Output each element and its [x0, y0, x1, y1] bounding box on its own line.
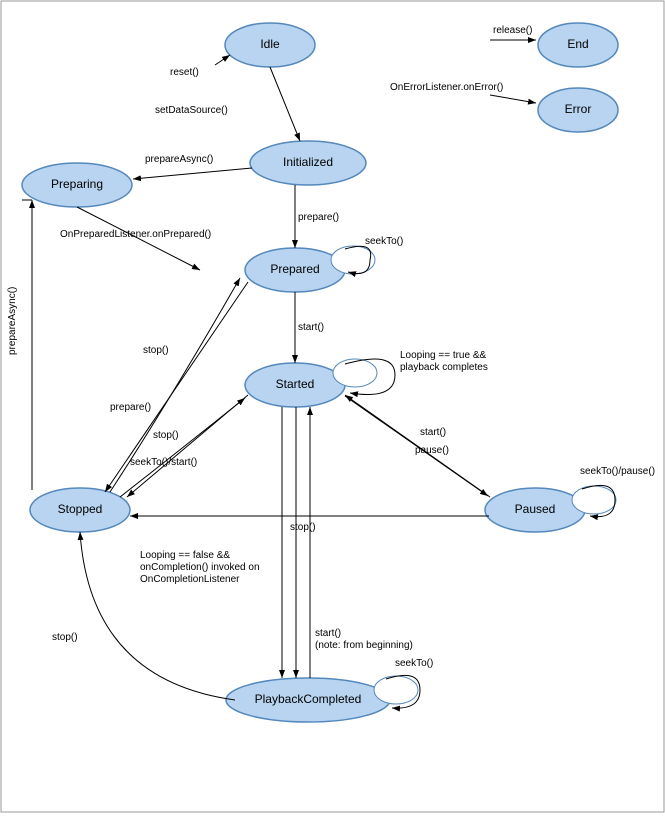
label-looping-false3: OnCompletionListener: [140, 574, 240, 585]
label-seekto-prepared: seekTo(): [365, 236, 403, 247]
label-reset: reset(): [170, 67, 199, 78]
state-paused-label: Paused: [515, 502, 556, 516]
label-looping-true: Looping == true &&: [400, 350, 487, 361]
state-end-label: End: [567, 37, 588, 51]
label-prepare-init: prepare(): [298, 212, 339, 223]
playback-self-loop: [374, 676, 418, 704]
label-start-paused: start(): [420, 427, 446, 438]
label-start-prepared: start(): [298, 322, 324, 333]
label-stop-completed: stop(): [52, 632, 78, 643]
state-preparing-label: Preparing: [51, 177, 103, 191]
label-release: release(): [493, 25, 532, 36]
arrow-onerror: [490, 95, 536, 103]
arrow-prepareasync-init: [133, 168, 252, 179]
arrow-setdatasource: [270, 67, 300, 141]
label-start-completed: start(): [315, 628, 341, 639]
arrow-start-paused: [345, 395, 490, 497]
state-started-label: Started: [276, 377, 315, 391]
state-playback-completed-label: PlaybackCompleted: [255, 692, 362, 706]
started-self-loop: [333, 359, 377, 387]
label-stop-prepared: stop(): [143, 345, 169, 356]
label-stop-started: stop(): [153, 430, 179, 441]
paused-self-loop: [572, 486, 616, 514]
label-prepare-stopped: prepare(): [110, 402, 151, 413]
label-looping-true2: playback completes: [400, 362, 488, 373]
state-prepared-label: Prepared: [270, 262, 319, 276]
prepared-self-loop: [331, 246, 375, 274]
label-start-completed2: (note: from beginning): [315, 640, 413, 651]
label-seekto-completed: seekTo(): [395, 658, 433, 669]
label-setdatasource: setDataSource(): [155, 105, 228, 116]
state-diagram: Idle End Error Initialized Preparing Pre…: [0, 0, 665, 813]
label-looping-false2: onCompletion() invoked on: [140, 562, 260, 573]
state-error-label: Error: [565, 102, 592, 116]
label-onerror: OnErrorListener.onError(): [390, 82, 503, 93]
label-onprepared: OnPreparedListener.onPrepared(): [60, 229, 211, 240]
label-stop-paused: stop(): [290, 522, 316, 533]
arrow-reset: [215, 55, 230, 65]
label-pause: pause(): [415, 445, 449, 456]
label-seekto-paused: seekTo()/pause(): [580, 466, 655, 477]
label-looping-false: Looping == false &&: [140, 550, 230, 561]
label-prepareasync-init: prepareAsync(): [145, 154, 213, 165]
state-stopped-label: Stopped: [58, 502, 103, 516]
label-seektostart: seekTo()/start(): [130, 457, 197, 468]
label-prepareasync-stopped: prepareAsync(): [7, 287, 18, 355]
state-idle-label: Idle: [260, 37, 280, 51]
state-initialized-label: Initialized: [283, 155, 333, 169]
